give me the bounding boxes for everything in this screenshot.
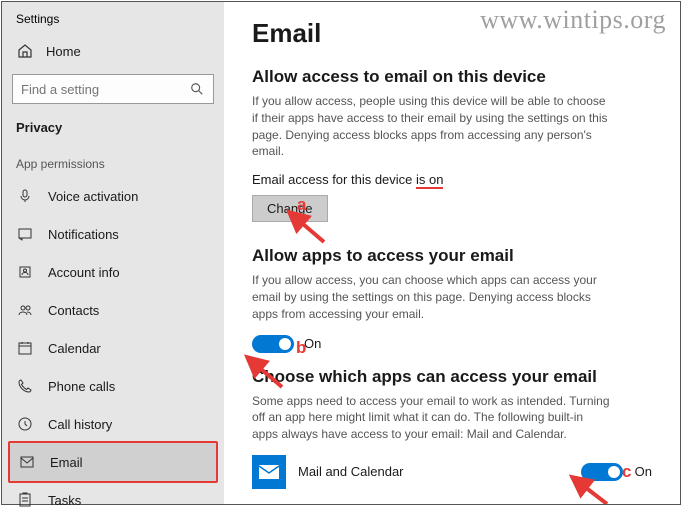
sidebar-home[interactable]: Home [2,34,224,68]
device-access-status: Email access for this device is on [252,172,652,187]
section3-heading: Choose which apps can access your email [252,367,652,387]
sidebar-item-notifications[interactable]: Notifications [2,215,224,253]
main-content: Email Allow access to email on this devi… [224,2,680,504]
home-icon [16,42,34,60]
sidebar-item-voice-activation[interactable]: Voice activation [2,177,224,215]
section1-heading: Allow access to email on this device [252,67,652,87]
app-row-mail-calendar: Mail and Calendar On [252,455,652,489]
app-toggle-mail[interactable] [581,463,623,481]
tasks-icon [16,491,34,509]
email-icon [18,453,36,471]
sidebar-item-label: Notifications [48,227,119,242]
sidebar-item-label: Contacts [48,303,99,318]
section3-desc: Some apps need to access your email to w… [252,393,612,443]
sidebar-category: App permissions [2,139,224,177]
sidebar-item-calendar[interactable]: Calendar [2,329,224,367]
phone-icon [16,377,34,395]
sidebar: Settings Home Privacy App permissions Vo… [2,2,224,504]
contacts-icon [16,301,34,319]
sidebar-item-tasks[interactable]: Tasks [2,481,224,519]
toggle-label: On [304,336,321,351]
page-title: Email [252,18,652,49]
sidebar-home-label: Home [46,44,81,59]
history-icon [16,415,34,433]
apps-access-toggle[interactable] [252,335,294,353]
search-icon[interactable] [188,80,206,98]
sidebar-item-label: Email [50,455,83,470]
sidebar-item-label: Phone calls [48,379,115,394]
sidebar-item-contacts[interactable]: Contacts [2,291,224,329]
app-name: Mail and Calendar [298,464,569,479]
sidebar-item-email[interactable]: Email [8,441,218,483]
sidebar-item-label: Voice activation [48,189,138,204]
window-title: Settings [2,8,224,34]
sidebar-item-label: Tasks [48,493,81,508]
sidebar-section: Privacy [2,110,224,139]
sidebar-item-account-info[interactable]: Account info [2,253,224,291]
sidebar-item-phone-calls[interactable]: Phone calls [2,367,224,405]
section2-desc: If you allow access, you can choose whic… [252,272,612,322]
sidebar-item-label: Account info [48,265,120,280]
search-input[interactable] [12,74,214,104]
account-icon [16,263,34,281]
mic-icon [16,187,34,205]
sidebar-item-label: Calendar [48,341,101,356]
section1-desc: If you allow access, people using this d… [252,93,612,160]
calendar-icon [16,339,34,357]
mail-app-icon [252,455,286,489]
app-toggle-label: On [635,464,652,479]
section2-heading: Allow apps to access your email [252,246,652,266]
sidebar-item-call-history[interactable]: Call history [2,405,224,443]
change-button[interactable]: Change [252,195,328,222]
sidebar-item-label: Call history [48,417,112,432]
notification-icon [16,225,34,243]
